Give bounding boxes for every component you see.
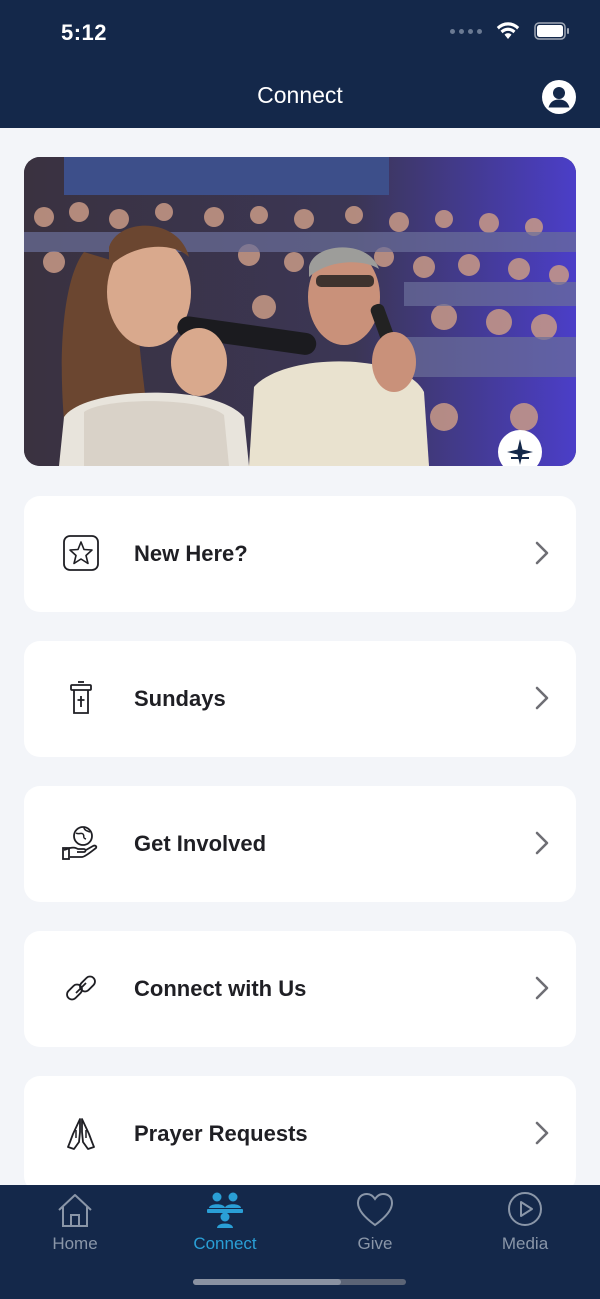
menu-item-prayer-requests[interactable]: Prayer Requests (24, 1076, 576, 1192)
star-badge-icon (63, 535, 99, 571)
tab-label: Connect (193, 1234, 257, 1253)
menu-item-connect-with-us[interactable]: Connect with Us (24, 931, 576, 1047)
chevron-right-icon (535, 976, 549, 1000)
menu-item-label: Sundays (134, 686, 226, 711)
tab-connect[interactable]: Connect (150, 1185, 300, 1265)
tab-label: Home (52, 1234, 98, 1253)
menu-item-sundays[interactable]: Sundays (24, 641, 576, 757)
user-icon (542, 80, 576, 114)
chevron-right-icon (535, 541, 549, 565)
top-bar: 5:12 Connect (0, 0, 600, 128)
tab-label: Give (357, 1234, 393, 1253)
page-title: Connect (257, 82, 343, 108)
tab-give[interactable]: Give (300, 1185, 450, 1265)
profile-button[interactable] (542, 80, 576, 114)
signal-icon (450, 28, 482, 34)
tab-media[interactable]: Media (450, 1185, 600, 1265)
hero-image (24, 157, 576, 466)
status-time: 5:12 (61, 20, 108, 45)
tab-home[interactable]: Home (0, 1185, 150, 1265)
tab-label: Media (501, 1234, 549, 1253)
menu-item-label: New Here? (134, 541, 248, 566)
chevron-right-icon (535, 831, 549, 855)
compass-logo-icon (498, 430, 542, 466)
link-icon (66, 975, 96, 1001)
wifi-icon (496, 22, 520, 40)
menu-item-label: Get Involved (134, 831, 267, 856)
battery-icon (534, 22, 570, 40)
menu-item-get-involved[interactable]: Get Involved (24, 786, 576, 902)
heart-icon (356, 1192, 394, 1227)
home-indicator[interactable] (193, 1279, 406, 1285)
menu-item-new-here[interactable]: New Here? (24, 496, 576, 612)
chevron-right-icon (535, 1121, 549, 1145)
play-circle-icon (508, 1192, 542, 1226)
people-icon (207, 1192, 243, 1228)
menu-item-label: Prayer Requests (134, 1121, 308, 1146)
pulpit-icon (70, 681, 92, 714)
status-icons (450, 22, 570, 40)
hand-globe-icon (62, 826, 98, 860)
home-icon (58, 1194, 92, 1227)
praying-hands-icon (67, 1118, 95, 1150)
chevron-right-icon (535, 686, 549, 710)
menu-item-label: Connect with Us (134, 976, 307, 1001)
